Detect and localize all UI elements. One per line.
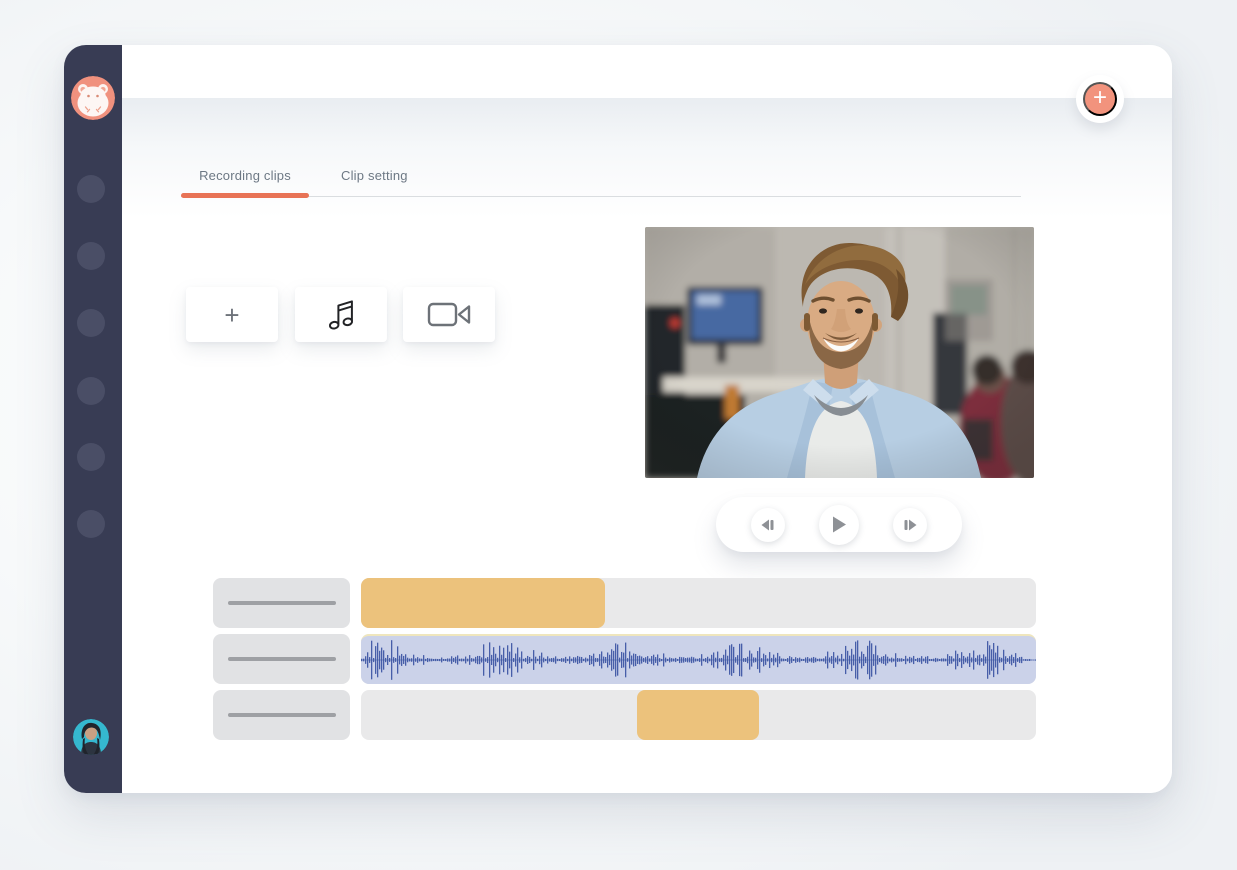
track-audio[interactable] bbox=[361, 634, 1036, 684]
sidebar-nav-item-2[interactable] bbox=[77, 242, 105, 270]
track-video-1[interactable] bbox=[361, 578, 1036, 628]
video-clip[interactable] bbox=[637, 690, 759, 740]
sidebar-nav-item-6[interactable] bbox=[77, 510, 105, 538]
video-clip[interactable] bbox=[361, 578, 605, 628]
add-button[interactable]: + bbox=[1083, 82, 1117, 116]
page: + Recording clips Clip setting + bbox=[0, 0, 1237, 870]
track-label-placeholder bbox=[228, 713, 336, 717]
add-video-button[interactable] bbox=[403, 287, 495, 342]
skip-back-button[interactable] bbox=[751, 508, 785, 542]
audio-clip[interactable] bbox=[361, 634, 1036, 684]
playback-controls bbox=[716, 497, 962, 552]
music-note-icon bbox=[328, 298, 355, 331]
add-clip-button[interactable]: + bbox=[186, 287, 278, 342]
sidebar-nav-item-4[interactable] bbox=[77, 377, 105, 405]
header-bar bbox=[122, 45, 1172, 98]
track-label bbox=[213, 634, 350, 684]
tab-label: Clip setting bbox=[341, 168, 408, 183]
sidebar-nav-item-1[interactable] bbox=[77, 175, 105, 203]
plus-icon: + bbox=[1093, 86, 1107, 110]
sidebar-nav-item-5[interactable] bbox=[77, 443, 105, 471]
timeline-row-video-1 bbox=[213, 578, 1036, 628]
track-label-placeholder bbox=[228, 601, 336, 605]
video-preview bbox=[645, 227, 1034, 478]
track-video-2[interactable] bbox=[361, 690, 1036, 740]
sidebar-nav-item-3[interactable] bbox=[77, 309, 105, 337]
monkey-logo-icon bbox=[71, 76, 115, 120]
tab-clip-setting[interactable]: Clip setting bbox=[341, 160, 408, 196]
audio-waveform-svg bbox=[361, 636, 1036, 684]
plus-icon: + bbox=[224, 302, 239, 328]
app-window: + Recording clips Clip setting + bbox=[64, 45, 1172, 793]
tab-recording-clips[interactable]: Recording clips bbox=[181, 160, 309, 196]
skip-forward-icon bbox=[902, 518, 918, 532]
skip-forward-button[interactable] bbox=[893, 508, 927, 542]
timeline bbox=[213, 578, 1036, 746]
track-label bbox=[213, 578, 350, 628]
timeline-row-video-2 bbox=[213, 690, 1036, 740]
active-tab-indicator bbox=[181, 193, 309, 198]
tab-bar: Recording clips Clip setting bbox=[181, 160, 408, 196]
user-avatar[interactable] bbox=[73, 719, 109, 755]
avatar-image bbox=[73, 719, 109, 755]
skip-back-icon bbox=[760, 518, 776, 532]
play-button[interactable] bbox=[819, 505, 859, 545]
play-icon bbox=[831, 516, 847, 533]
sidebar bbox=[64, 45, 122, 793]
add-music-button[interactable] bbox=[295, 287, 387, 342]
preview-frame-image bbox=[645, 227, 1034, 478]
track-label-placeholder bbox=[228, 657, 336, 661]
video-camera-icon bbox=[427, 300, 472, 329]
fab-halo: + bbox=[1076, 75, 1124, 123]
timeline-row-audio bbox=[213, 634, 1036, 684]
track-label bbox=[213, 690, 350, 740]
tab-label: Recording clips bbox=[199, 168, 291, 183]
app-logo bbox=[71, 76, 115, 120]
